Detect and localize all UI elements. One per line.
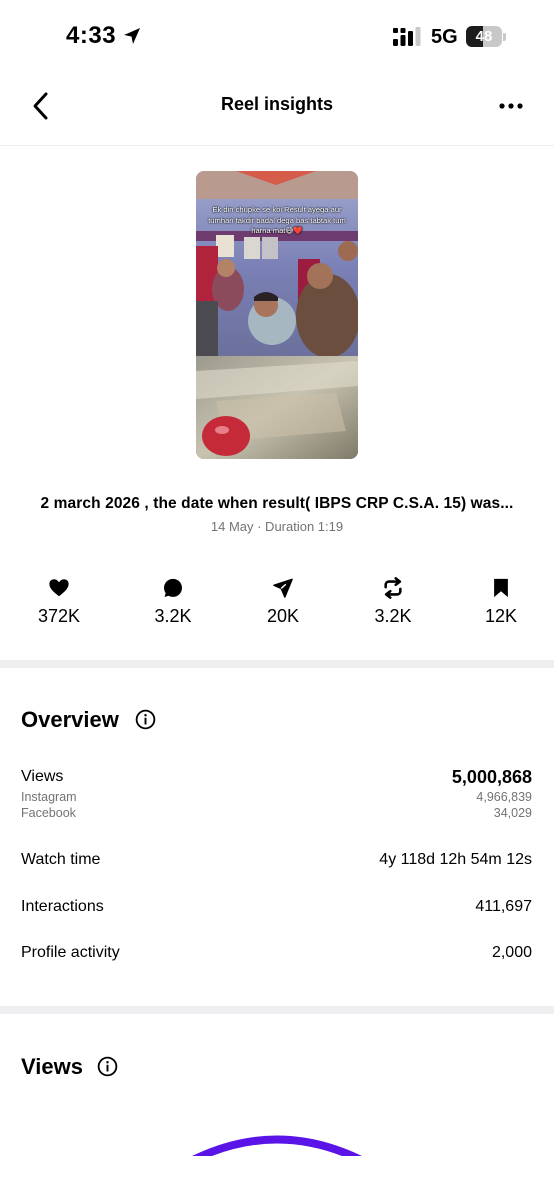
views-section-title: Views (21, 1054, 83, 1079)
battery-icon: 48 (466, 26, 506, 48)
status-bar: 4:33 5G 48 (0, 0, 554, 72)
interactions-label: Interactions (21, 898, 104, 915)
more-icon[interactable] (494, 92, 528, 120)
facebook-label: Facebook (21, 806, 76, 820)
likes-count: 372K (37, 606, 81, 626)
repost-icon (384, 577, 402, 599)
profile-activity-value: 2,000 (491, 944, 532, 961)
views-label: Views (21, 768, 64, 785)
battery-percent: 48 (475, 28, 493, 45)
watch-time-label: Watch time (21, 851, 101, 868)
share-icon (273, 578, 293, 598)
comment-icon (164, 578, 182, 597)
instagram-views: 4,966,839 (476, 790, 532, 804)
profile-activity-label: Profile activity (21, 944, 120, 961)
reel-caption: 2 march 2026 , the date when result( IBP… (40, 495, 514, 512)
network-type: 5G (431, 26, 458, 48)
reel-overlay-text: Ek din chupke se koi Result ayega aur tu… (208, 205, 346, 235)
shares-count: 20K (266, 606, 300, 626)
views-donut-chart (192, 1133, 362, 1156)
reel-meta: 14 May · Duration 1:19 (210, 519, 344, 534)
interactions-value: 411,697 (475, 898, 532, 915)
stat-saves: 12K (461, 576, 541, 632)
overview-title: Overview (21, 707, 119, 732)
comments-count: 3.2K (154, 606, 192, 626)
reel-insights-screen: 4:33 5G 48 Reel insights Ek din chupke s… (0, 0, 554, 1200)
info-icon[interactable] (135, 709, 156, 730)
reposts-count: 3.2K (374, 606, 412, 626)
stat-comments: 3.2K (133, 576, 213, 632)
save-icon (494, 578, 508, 598)
stat-reposts: 3.2K (353, 576, 433, 632)
facebook-views: 34,029 (493, 806, 532, 820)
views-total: 5,000,868 (451, 767, 532, 787)
section-divider (0, 660, 554, 668)
location-arrow-icon (124, 28, 140, 44)
stat-likes: 372K (19, 576, 99, 632)
watch-time-value: 4y 118d 12h 54m 12s (379, 851, 532, 868)
saves-count: 12K (484, 606, 518, 626)
page-title: Reel insights (220, 94, 334, 114)
signal-icon (393, 27, 421, 46)
header: Reel insights (0, 72, 554, 146)
instagram-label: Instagram (21, 790, 77, 804)
heart-icon (49, 579, 69, 597)
section-divider (0, 1006, 554, 1014)
info-icon[interactable] (97, 1056, 118, 1077)
status-time: 4:33 (66, 22, 117, 49)
reel-thumbnail[interactable]: Ek din chupke se koi Result ayega aur tu… (196, 171, 358, 459)
stat-shares: 20K (243, 576, 323, 632)
